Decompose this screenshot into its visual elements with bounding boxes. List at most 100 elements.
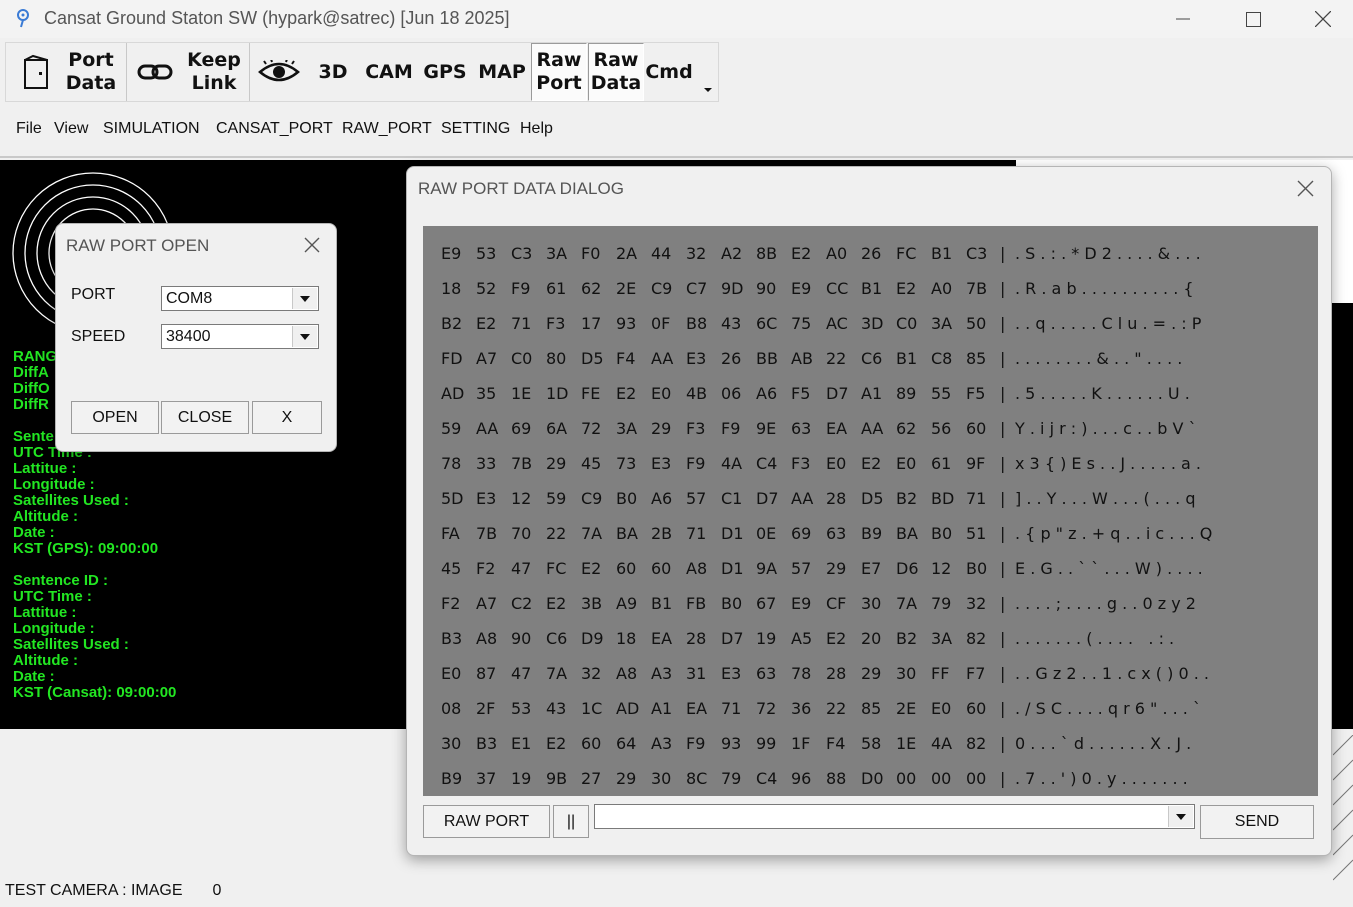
window-title: Cansat Ground Staton SW (hypark@satrec) … — [44, 8, 510, 28]
hex-byte: 73 — [616, 454, 637, 473]
hex-byte: B1 — [651, 594, 673, 613]
hex-byte: 59 — [441, 419, 462, 438]
toolbar-gps-button[interactable]: GPS — [418, 43, 472, 101]
hex-byte: 32 — [966, 594, 987, 613]
hex-byte: 62 — [896, 419, 917, 438]
chevron-down-icon[interactable] — [1168, 806, 1193, 827]
hex-byte: E2 — [791, 244, 812, 263]
hex-byte: 30 — [861, 594, 882, 613]
hex-byte: 61 — [546, 279, 567, 298]
hex-byte: AD — [441, 384, 465, 403]
speed-select[interactable]: 38400 — [161, 324, 319, 349]
hex-byte: 57 — [686, 489, 707, 508]
hex-byte: 60 — [966, 419, 987, 438]
hex-byte: C2 — [511, 594, 533, 613]
hex-byte: E0 — [826, 454, 847, 473]
hex-byte: 32 — [686, 244, 707, 263]
hex-separator: | — [1000, 489, 1006, 508]
cansat-satellites-label: Satellites Used : — [13, 636, 129, 653]
minimize-icon — [1176, 18, 1190, 20]
hex-byte: 4A — [721, 454, 743, 473]
diff-o-label: DiffO — [13, 380, 50, 397]
minimize-button[interactable] — [1148, 0, 1218, 38]
hex-byte: D9 — [581, 629, 604, 648]
hex-byte: A1 — [651, 699, 673, 718]
hex-byte: 56 — [931, 419, 952, 438]
hex-byte: F2 — [476, 559, 496, 578]
toolbar-3d-button[interactable]: 3D — [308, 43, 358, 101]
toolbar-raw-data-button[interactable]: Raw Data — [588, 43, 644, 101]
hex-byte: E2 — [861, 454, 882, 473]
hex-row: F2 A7 C2 E2 3B A9 B1 FB B0 67 E9 CF 30 7A 79 32 | . . . .… — [423, 594, 1318, 614]
hex-dump-view[interactable]: E9 53 C3 3A F0 2A 44 32 A2 8B E2 A0 26 FC B1 C3 | . S . :… — [423, 226, 1318, 796]
hex-byte: F9 — [511, 279, 531, 298]
toolbar-raw-port-button[interactable]: Raw Port — [531, 43, 587, 101]
hex-row: AD 35 1E 1D FE E2 E0 4B 06 A6 F5 D7 A1 89 55 F5 | . 5 . .… — [423, 384, 1318, 404]
close-icon[interactable] — [1297, 180, 1314, 197]
port-data-line2: Data — [65, 72, 117, 94]
menu-raw-port[interactable]: RAW_PORT — [342, 120, 432, 138]
cansat-altitude-label: Altitude : — [13, 652, 78, 669]
hex-byte: D6 — [896, 559, 919, 578]
hex-row: 78 33 7B 29 45 73 E3 F9 4A C4 F3 E0 E2 E0 61 9F | x 3 { )… — [423, 454, 1318, 474]
menu-view[interactable]: View — [54, 120, 88, 138]
gps-satellites-label: Satellites Used : — [13, 492, 129, 509]
hex-byte: BD — [931, 489, 955, 508]
toolbar-cam-button[interactable]: CAM — [362, 43, 416, 101]
hex-byte: C3 — [966, 244, 988, 263]
hex-byte: 8B — [756, 244, 778, 263]
toolbar-keep-link-button[interactable]: Keep Link — [182, 43, 246, 101]
chevron-down-icon[interactable] — [292, 288, 317, 309]
toolbar-exit-button[interactable] — [14, 43, 58, 101]
hex-byte: 17 — [581, 314, 602, 333]
send-button[interactable]: SEND — [1200, 805, 1314, 839]
toolbar-link-button[interactable] — [130, 43, 180, 101]
toolbar-map-button[interactable]: MAP — [474, 43, 530, 101]
hex-byte: B8 — [686, 314, 708, 333]
hex-byte: 63 — [791, 419, 812, 438]
hex-byte: A0 — [826, 244, 848, 263]
menu-help[interactable]: Help — [520, 120, 553, 138]
gps-altitude-label: Altitude : — [13, 508, 78, 525]
chevron-down-icon[interactable] — [703, 87, 713, 93]
close-window-button[interactable] — [1288, 0, 1353, 38]
chevron-down-icon[interactable] — [292, 326, 317, 347]
maximize-button[interactable] — [1218, 0, 1288, 38]
raw-port-button[interactable]: RAW PORT — [423, 805, 550, 838]
open-button[interactable]: OPEN — [71, 401, 159, 434]
command-input[interactable] — [594, 804, 1195, 829]
menu-setting[interactable]: SETTING — [441, 120, 510, 138]
hex-byte: 45 — [441, 559, 462, 578]
toolbar-port-data-button[interactable]: Port Data — [60, 43, 122, 101]
hex-byte: 2F — [476, 699, 496, 718]
hex-byte: A9 — [616, 594, 638, 613]
range-label: RANG — [13, 348, 58, 365]
menu-cansat-port[interactable]: CANSAT_PORT — [216, 120, 333, 138]
hex-byte: C7 — [686, 279, 708, 298]
toolbar-view-button[interactable] — [254, 43, 304, 101]
hex-byte: C0 — [896, 314, 918, 333]
toolbar-cmd-button[interactable]: Cmd — [645, 43, 692, 101]
ascii-text: . . G z 2 . . 1 . c x ( ) 0 . . — [1015, 664, 1209, 683]
speed-label: SPEED — [71, 328, 126, 345]
ascii-text: E . G . . ` ` . . . W ) . . . . — [1015, 559, 1203, 578]
menu-simulation[interactable]: SIMULATION — [103, 120, 200, 138]
close-icon[interactable] — [304, 237, 320, 253]
x-button[interactable]: X — [252, 401, 322, 434]
hex-byte: 82 — [966, 629, 987, 648]
hex-byte: 96 — [791, 769, 812, 788]
hex-byte: 79 — [931, 594, 952, 613]
menu-file[interactable]: File — [16, 120, 42, 138]
hex-byte: E3 — [651, 454, 672, 473]
gps-longitude-label: Longitude : — [13, 476, 95, 493]
close-button[interactable]: CLOSE — [161, 401, 249, 434]
hex-separator: | — [1000, 734, 1006, 753]
hex-byte: E9 — [791, 279, 812, 298]
port-select[interactable]: COM8 — [161, 286, 319, 311]
hex-separator: | — [1000, 279, 1006, 298]
hex-byte: 7B — [511, 454, 533, 473]
hex-byte: B0 — [966, 559, 988, 578]
hex-byte: E0 — [896, 454, 917, 473]
hex-byte: C6 — [861, 349, 883, 368]
pause-button[interactable]: || — [553, 805, 589, 838]
